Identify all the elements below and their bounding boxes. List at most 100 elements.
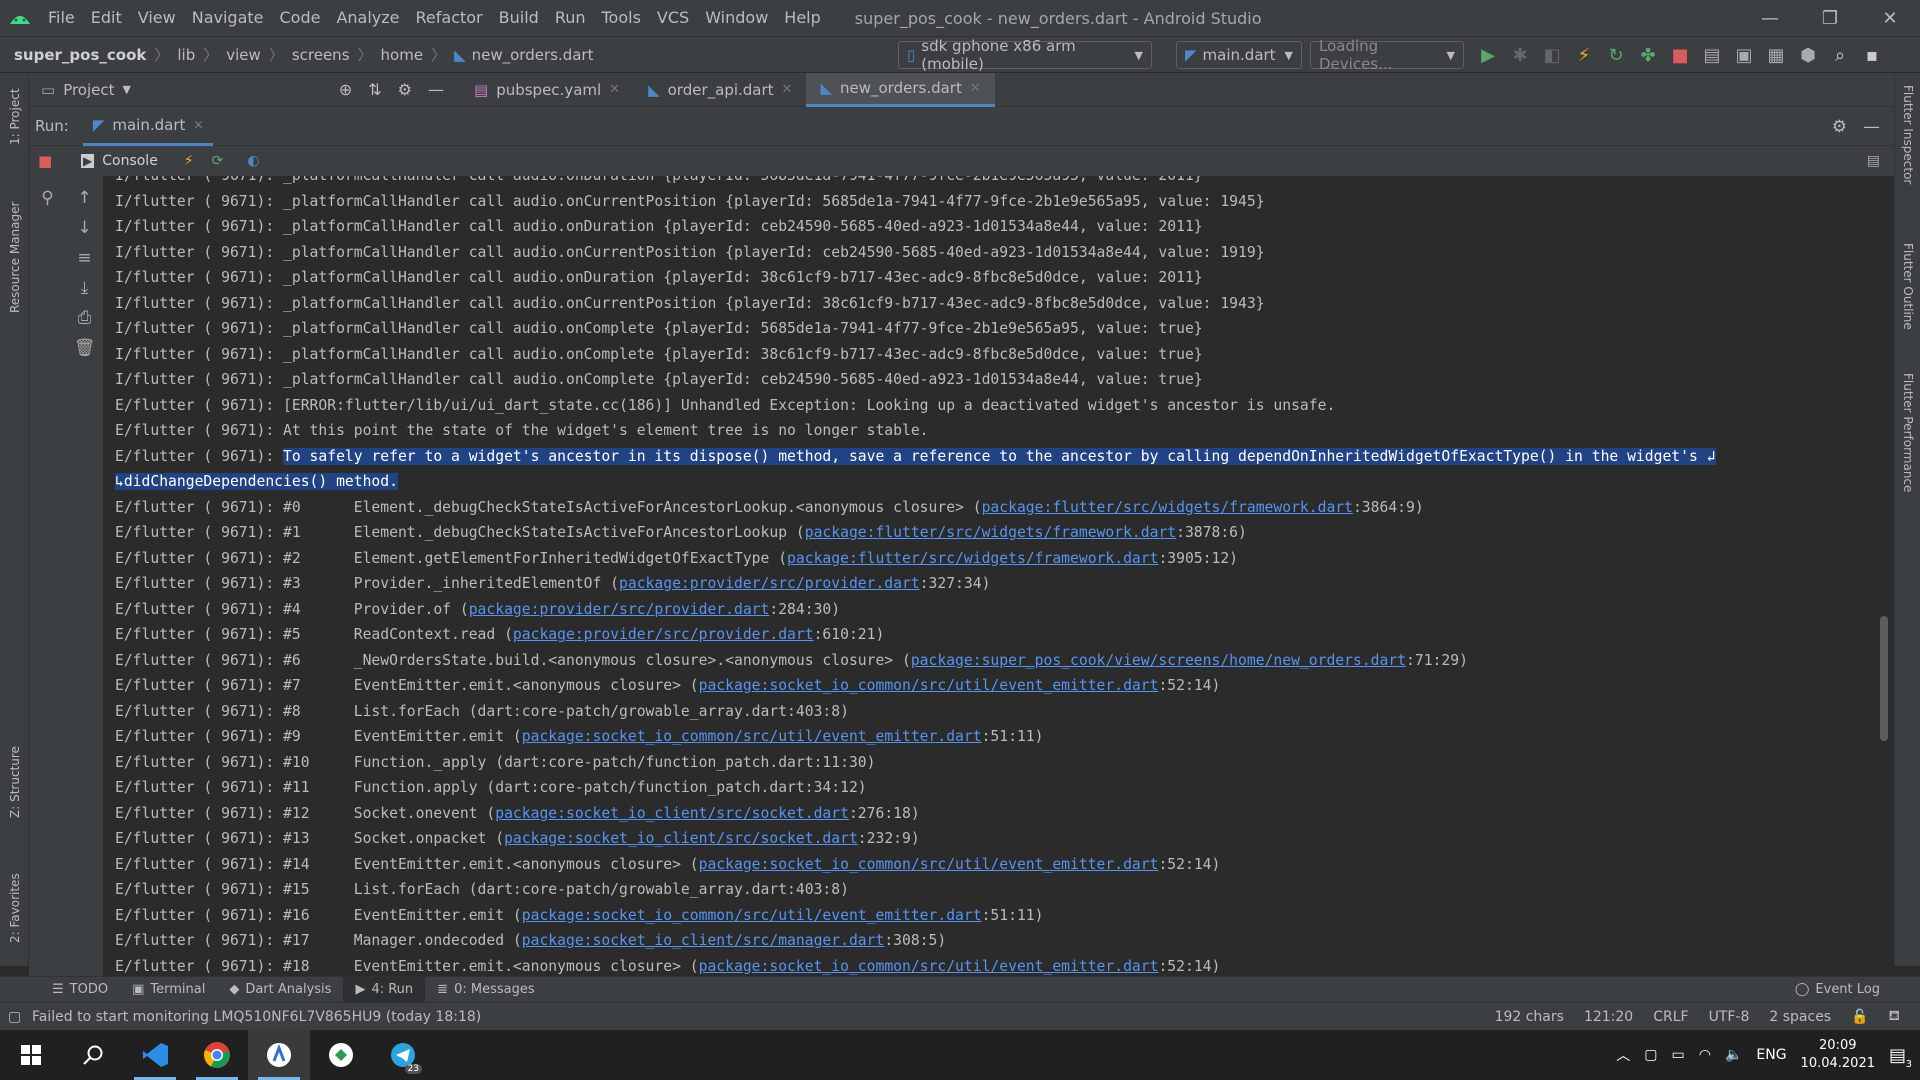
source-link[interactable]: package:provider/src/provider.dart [469,601,770,618]
device-manager-icon[interactable]: ▦ [1760,37,1792,74]
app-icon[interactable] [310,1030,372,1080]
source-link[interactable]: package:socket_io_client/src/socket.dart [495,805,849,822]
android-studio-icon[interactable] [248,1030,310,1080]
source-link[interactable]: package:flutter/src/widgets/framework.da… [805,524,1176,541]
source-link[interactable]: package:flutter/src/widgets/framework.da… [982,499,1353,516]
chevron-down-icon[interactable]: ▼ [123,83,131,96]
editor-tab[interactable]: ◣ new_orders.dart ✕ [806,72,995,107]
vscode-icon[interactable] [124,1030,186,1080]
breadcrumb-screens[interactable]: screens [292,46,350,64]
breadcrumb-file[interactable]: new_orders.dart [472,46,594,64]
bottom-tab[interactable]: ▶ 4: Run [343,976,426,1003]
editor-tab[interactable]: ◣ order_api.dart ✕ [634,73,806,107]
device-selector[interactable]: ▯ sdk gphone x86 arm (mobile) ▼ [898,37,1152,73]
close-icon[interactable]: ✕ [1860,0,1920,36]
search-icon[interactable]: ⌕ [1824,37,1856,74]
menu-item[interactable]: VCS [649,0,697,36]
favorites-tool-button[interactable]: 2: Favorites [8,873,22,943]
flutter-performance-tool-button[interactable]: Flutter Performance [1901,373,1915,492]
source-link[interactable]: package:flutter/src/widgets/framework.da… [787,550,1158,567]
indent-setting[interactable]: 2 spaces [1769,1009,1831,1025]
status-message[interactable]: Failed to start monitoring LMQ510NF6L7V8… [32,1009,481,1025]
breadcrumb-project[interactable]: super_pos_cook [14,46,146,64]
menu-item[interactable]: Edit [83,0,130,36]
wifi-icon[interactable]: ◠ [1699,1047,1711,1063]
loading-devices-selector[interactable]: Loading Devices... ▼ [1310,37,1464,73]
bottom-tab[interactable]: ☰ TODO [40,977,120,1003]
hot-reload-icon[interactable]: ⚡ [184,153,194,169]
breadcrumb-home[interactable]: home [381,46,424,64]
clock[interactable]: 20:09 10.04.2021 [1801,1037,1875,1073]
run-icon[interactable]: ▶ [1472,37,1504,74]
arrow-up-icon[interactable]: ↑ [77,188,91,208]
stop-icon[interactable]: ■ [38,152,52,170]
stop-icon[interactable]: ■ [1664,37,1696,74]
volume-icon[interactable]: 🔈 [1725,1047,1742,1063]
console-output[interactable]: I/flutter ( 9671): _platformCallHandler … [103,176,1894,976]
attach-debugger-icon[interactable]: ✤ [1632,37,1664,74]
bottom-tab[interactable]: ≣ 0: Messages [425,977,546,1003]
minimize-icon[interactable]: — [1740,0,1800,36]
gear-icon[interactable]: ⚙ [398,80,412,99]
apply-changes-icon[interactable]: ↻ [1600,37,1632,74]
avd-manager-icon[interactable]: ▣ [1728,37,1760,74]
breadcrumb-view[interactable]: view [226,46,261,64]
menu-item[interactable]: Navigate [184,0,272,36]
bottom-tab[interactable]: ▣ Terminal [120,977,217,1003]
menu-item[interactable]: Code [272,0,329,36]
menu-item[interactable]: Tools [594,0,649,36]
project-panel-title[interactable]: Project [63,81,114,99]
debug-icon[interactable]: ✱ [1504,37,1536,74]
menu-item[interactable]: View [130,0,184,36]
close-icon[interactable]: ✕ [782,82,793,97]
chrome-icon[interactable] [186,1030,248,1080]
locate-icon[interactable]: ⊕ [339,80,352,99]
menu-item[interactable]: Analyze [328,0,407,36]
menu-item[interactable]: Window [697,0,776,36]
event-log-button[interactable]: ◯ Event Log [1795,982,1880,997]
language-indicator[interactable]: ENG [1756,1047,1786,1063]
inspector-icon[interactable]: ⛾ [1889,1008,1900,1026]
sdk-manager-icon[interactable]: ⬢ [1792,37,1824,74]
source-link[interactable]: package:socket_io_common/src/util/event_… [522,728,982,745]
caret-position[interactable]: 121:20 [1584,1009,1633,1025]
flutter-inspector-tool-button[interactable]: Flutter Inspector [1901,85,1915,184]
account-icon[interactable]: ▪ [1856,37,1888,74]
coverage-icon[interactable]: ◧ [1536,37,1568,74]
editor-tab[interactable]: ▤ pubspec.yaml ✕ [460,73,634,107]
restore-icon[interactable]: ❐ [1800,0,1860,36]
arrow-down-icon[interactable]: ↓ [77,218,91,238]
battery-icon[interactable]: ▭ [1671,1047,1684,1063]
breadcrumb-lib[interactable]: lib [177,46,195,64]
selected-text[interactable]: To safely refer to a widget's ancestor i… [283,447,1716,465]
console-scrollbar[interactable] [1880,616,1888,741]
hide-icon[interactable]: — [428,80,444,99]
source-link[interactable]: package:socket_io_common/src/util/event_… [699,856,1159,873]
source-link[interactable]: package:super_pos_cook/view/screens/home… [911,652,1406,669]
file-encoding[interactable]: UTF-8 [1709,1009,1750,1025]
menu-item[interactable]: Help [776,0,828,36]
devtools-icon[interactable]: ◐ [247,153,259,169]
status-icon[interactable]: ▢ [8,1009,21,1025]
source-link[interactable]: package:socket_io_common/src/util/event_… [699,677,1159,694]
menu-item[interactable]: Build [491,0,547,36]
sync-project-icon[interactable]: ▤ [1696,37,1728,74]
print-icon[interactable]: ⎙ [78,308,92,328]
chevron-up-icon[interactable]: ︿ [1616,1045,1630,1065]
selected-text[interactable]: ↳didChangeDependencies() method. [115,473,398,490]
collapse-all-icon[interactable]: ⇅ [368,80,381,99]
source-link[interactable]: package:socket_io_client/src/socket.dart [504,830,858,847]
close-icon[interactable]: ✕ [970,81,981,96]
source-link[interactable]: package:provider/src/provider.dart [619,575,920,592]
telegram-icon[interactable]: 23 [372,1030,434,1080]
project-tool-button[interactable]: 1: Project [8,88,22,145]
close-icon[interactable]: ✕ [193,118,203,132]
line-separator[interactable]: CRLF [1653,1009,1688,1025]
trash-icon[interactable]: 🗑 [74,338,96,358]
source-link[interactable]: package:socket_io_client/src/manager.dar… [522,932,885,949]
menu-item[interactable]: Run [547,0,594,36]
run-tab-main-dart[interactable]: ◤ main.dart ✕ [82,107,214,146]
gear-icon[interactable]: ⚙ [1832,117,1847,137]
notifications-icon[interactable]: ▤ 3 [1889,1045,1912,1070]
lock-icon[interactable]: 🔓 [1851,1009,1868,1025]
